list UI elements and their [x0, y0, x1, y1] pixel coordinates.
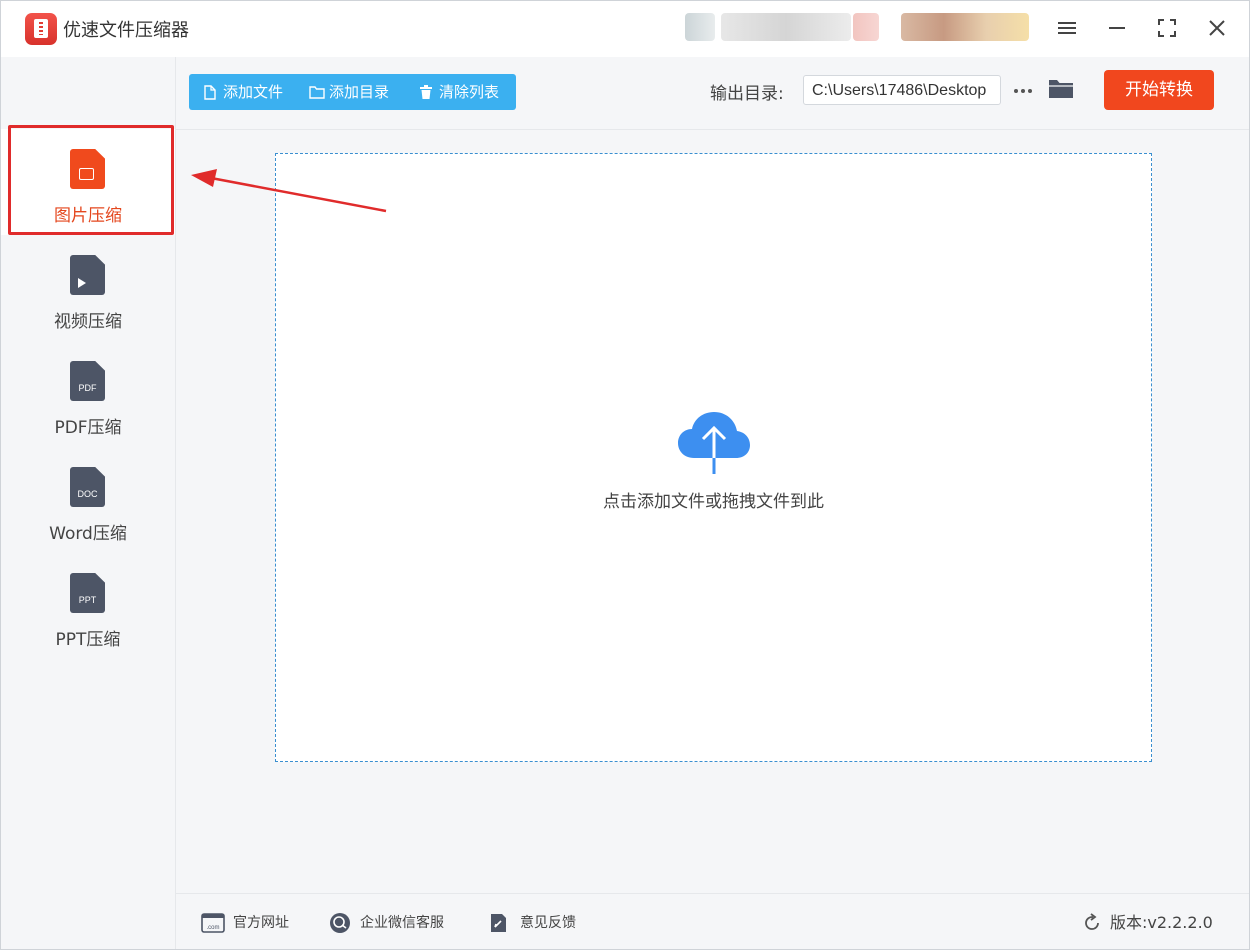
version-label: 版本:v2.2.2.0 — [1110, 913, 1213, 932]
add-file-button[interactable]: 添加文件 — [203, 74, 283, 110]
sidebar-item-image-compress[interactable]: 图片压缩 — [1, 129, 175, 235]
more-options-button[interactable] — [1011, 75, 1035, 105]
wechat-support-label: 企业微信客服 — [360, 915, 444, 931]
official-site-label: 官方网址 — [233, 915, 289, 931]
clear-list-button[interactable]: 清除列表 — [419, 74, 499, 110]
sidebar-item-label: PDF压缩 — [54, 418, 122, 438]
add-folder-button[interactable]: 添加目录 — [309, 74, 389, 110]
sidebar-item-label: Word压缩 — [49, 524, 127, 544]
maximize-button[interactable] — [1152, 13, 1182, 43]
close-button[interactable] — [1202, 13, 1232, 43]
add-folder-label: 添加目录 — [329, 83, 390, 101]
app-title: 优速文件压缩器 — [63, 20, 189, 41]
chat-support-icon — [330, 913, 350, 933]
sidebar-item-word-compress[interactable]: DOC Word压缩 — [1, 447, 175, 553]
folder-icon — [1049, 80, 1073, 98]
feedback-icon — [491, 914, 506, 932]
file-drop-zone[interactable]: 点击添加文件或拖拽文件到此 — [275, 153, 1152, 762]
feedback-link[interactable]: 意见反馈 — [488, 912, 576, 934]
toolbar: 添加文件 添加目录 清除列表 输出目录: C:\Users\17486\Desk… — [176, 57, 1249, 130]
folder-outline-icon — [309, 86, 325, 99]
doc-file-icon: DOC — [70, 467, 105, 507]
sidebar-item-video-compress[interactable]: 视频压缩 — [1, 235, 175, 341]
sidebar-item-label: 视频压缩 — [54, 312, 122, 332]
start-convert-button[interactable]: 开始转换 — [1104, 70, 1214, 110]
output-dir-label: 输出目录: — [710, 84, 784, 104]
minimize-button[interactable] — [1102, 13, 1132, 43]
blurred-account-info — [685, 13, 715, 41]
app-window: 优速文件压缩器 图片压缩 视频压缩 PDF PDF压缩 DOC Word压缩 P… — [0, 0, 1250, 950]
file-action-group: 添加文件 添加目录 清除列表 — [189, 74, 516, 110]
close-icon — [1209, 20, 1225, 36]
cloud-upload-icon — [678, 412, 750, 474]
ppt-file-icon: PPT — [70, 573, 105, 613]
sidebar-item-label: PPT压缩 — [55, 630, 121, 650]
add-file-label: 添加文件 — [223, 83, 284, 101]
wechat-support-link[interactable]: 企业微信客服 — [328, 912, 444, 934]
blurred-account-info — [721, 13, 851, 41]
blurred-account-info — [901, 13, 1029, 41]
footer: .com 官方网址 企业微信客服 意见反馈 版本:v2.2.2.0 — [176, 893, 1249, 949]
version-info: 版本:v2.2.2.0 — [1082, 911, 1213, 935]
website-icon: .com — [201, 913, 225, 933]
image-file-icon — [70, 149, 105, 189]
menu-button[interactable] — [1052, 13, 1082, 43]
app-logo-icon — [25, 13, 57, 45]
blurred-account-info — [853, 13, 879, 41]
open-folder-button[interactable] — [1047, 76, 1075, 102]
minimize-icon — [1109, 27, 1125, 29]
official-site-link[interactable]: .com 官方网址 — [201, 912, 289, 934]
file-icon — [204, 85, 216, 100]
sidebar-item-pdf-compress[interactable]: PDF PDF压缩 — [1, 341, 175, 447]
video-file-icon — [70, 255, 105, 295]
sidebar-item-ppt-compress[interactable]: PPT PPT压缩 — [1, 553, 175, 659]
output-dir-field[interactable]: C:\Users\17486\Desktop — [803, 75, 1001, 105]
pdf-file-icon: PDF — [70, 361, 105, 401]
clear-list-label: 清除列表 — [439, 83, 500, 101]
trash-icon — [420, 85, 432, 99]
drop-hint-text: 点击添加文件或拖拽文件到此 — [603, 492, 824, 512]
hamburger-menu-icon — [1058, 22, 1076, 34]
title-bar: 优速文件压缩器 — [1, 1, 1249, 57]
sidebar: 图片压缩 视频压缩 PDF PDF压缩 DOC Word压缩 PPT PPT压缩 — [1, 57, 176, 949]
refresh-icon[interactable] — [1082, 913, 1102, 933]
maximize-icon — [1158, 19, 1176, 37]
feedback-label: 意见反馈 — [520, 915, 576, 931]
sidebar-item-label: 图片压缩 — [54, 206, 122, 226]
svg-text:.com: .com — [206, 925, 219, 931]
